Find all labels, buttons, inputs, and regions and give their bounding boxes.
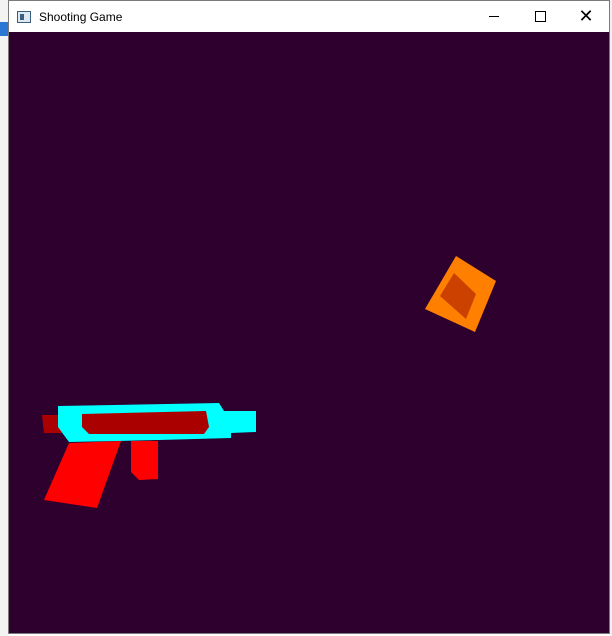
desktop-background-left <box>0 0 8 636</box>
scene-background <box>9 32 609 633</box>
game-canvas[interactable] <box>9 32 609 633</box>
title-bar[interactable]: Shooting Game ✕ <box>9 1 609 32</box>
minimize-button[interactable] <box>471 1 517 32</box>
window-controls: ✕ <box>471 1 609 32</box>
app-window-icon <box>17 10 31 23</box>
close-icon: ✕ <box>578 5 594 27</box>
maximize-icon <box>534 11 546 22</box>
window-title: Shooting Game <box>39 9 123 24</box>
maximize-button[interactable] <box>517 1 563 32</box>
close-button[interactable]: ✕ <box>563 1 609 32</box>
minimize-icon <box>489 16 499 17</box>
game-scene <box>9 32 609 633</box>
game-window: Shooting Game ✕ <box>8 0 610 634</box>
gun-front-grip <box>131 441 158 480</box>
gun-barrel <box>82 411 209 434</box>
desktop-taskbar-fragment <box>0 22 8 36</box>
